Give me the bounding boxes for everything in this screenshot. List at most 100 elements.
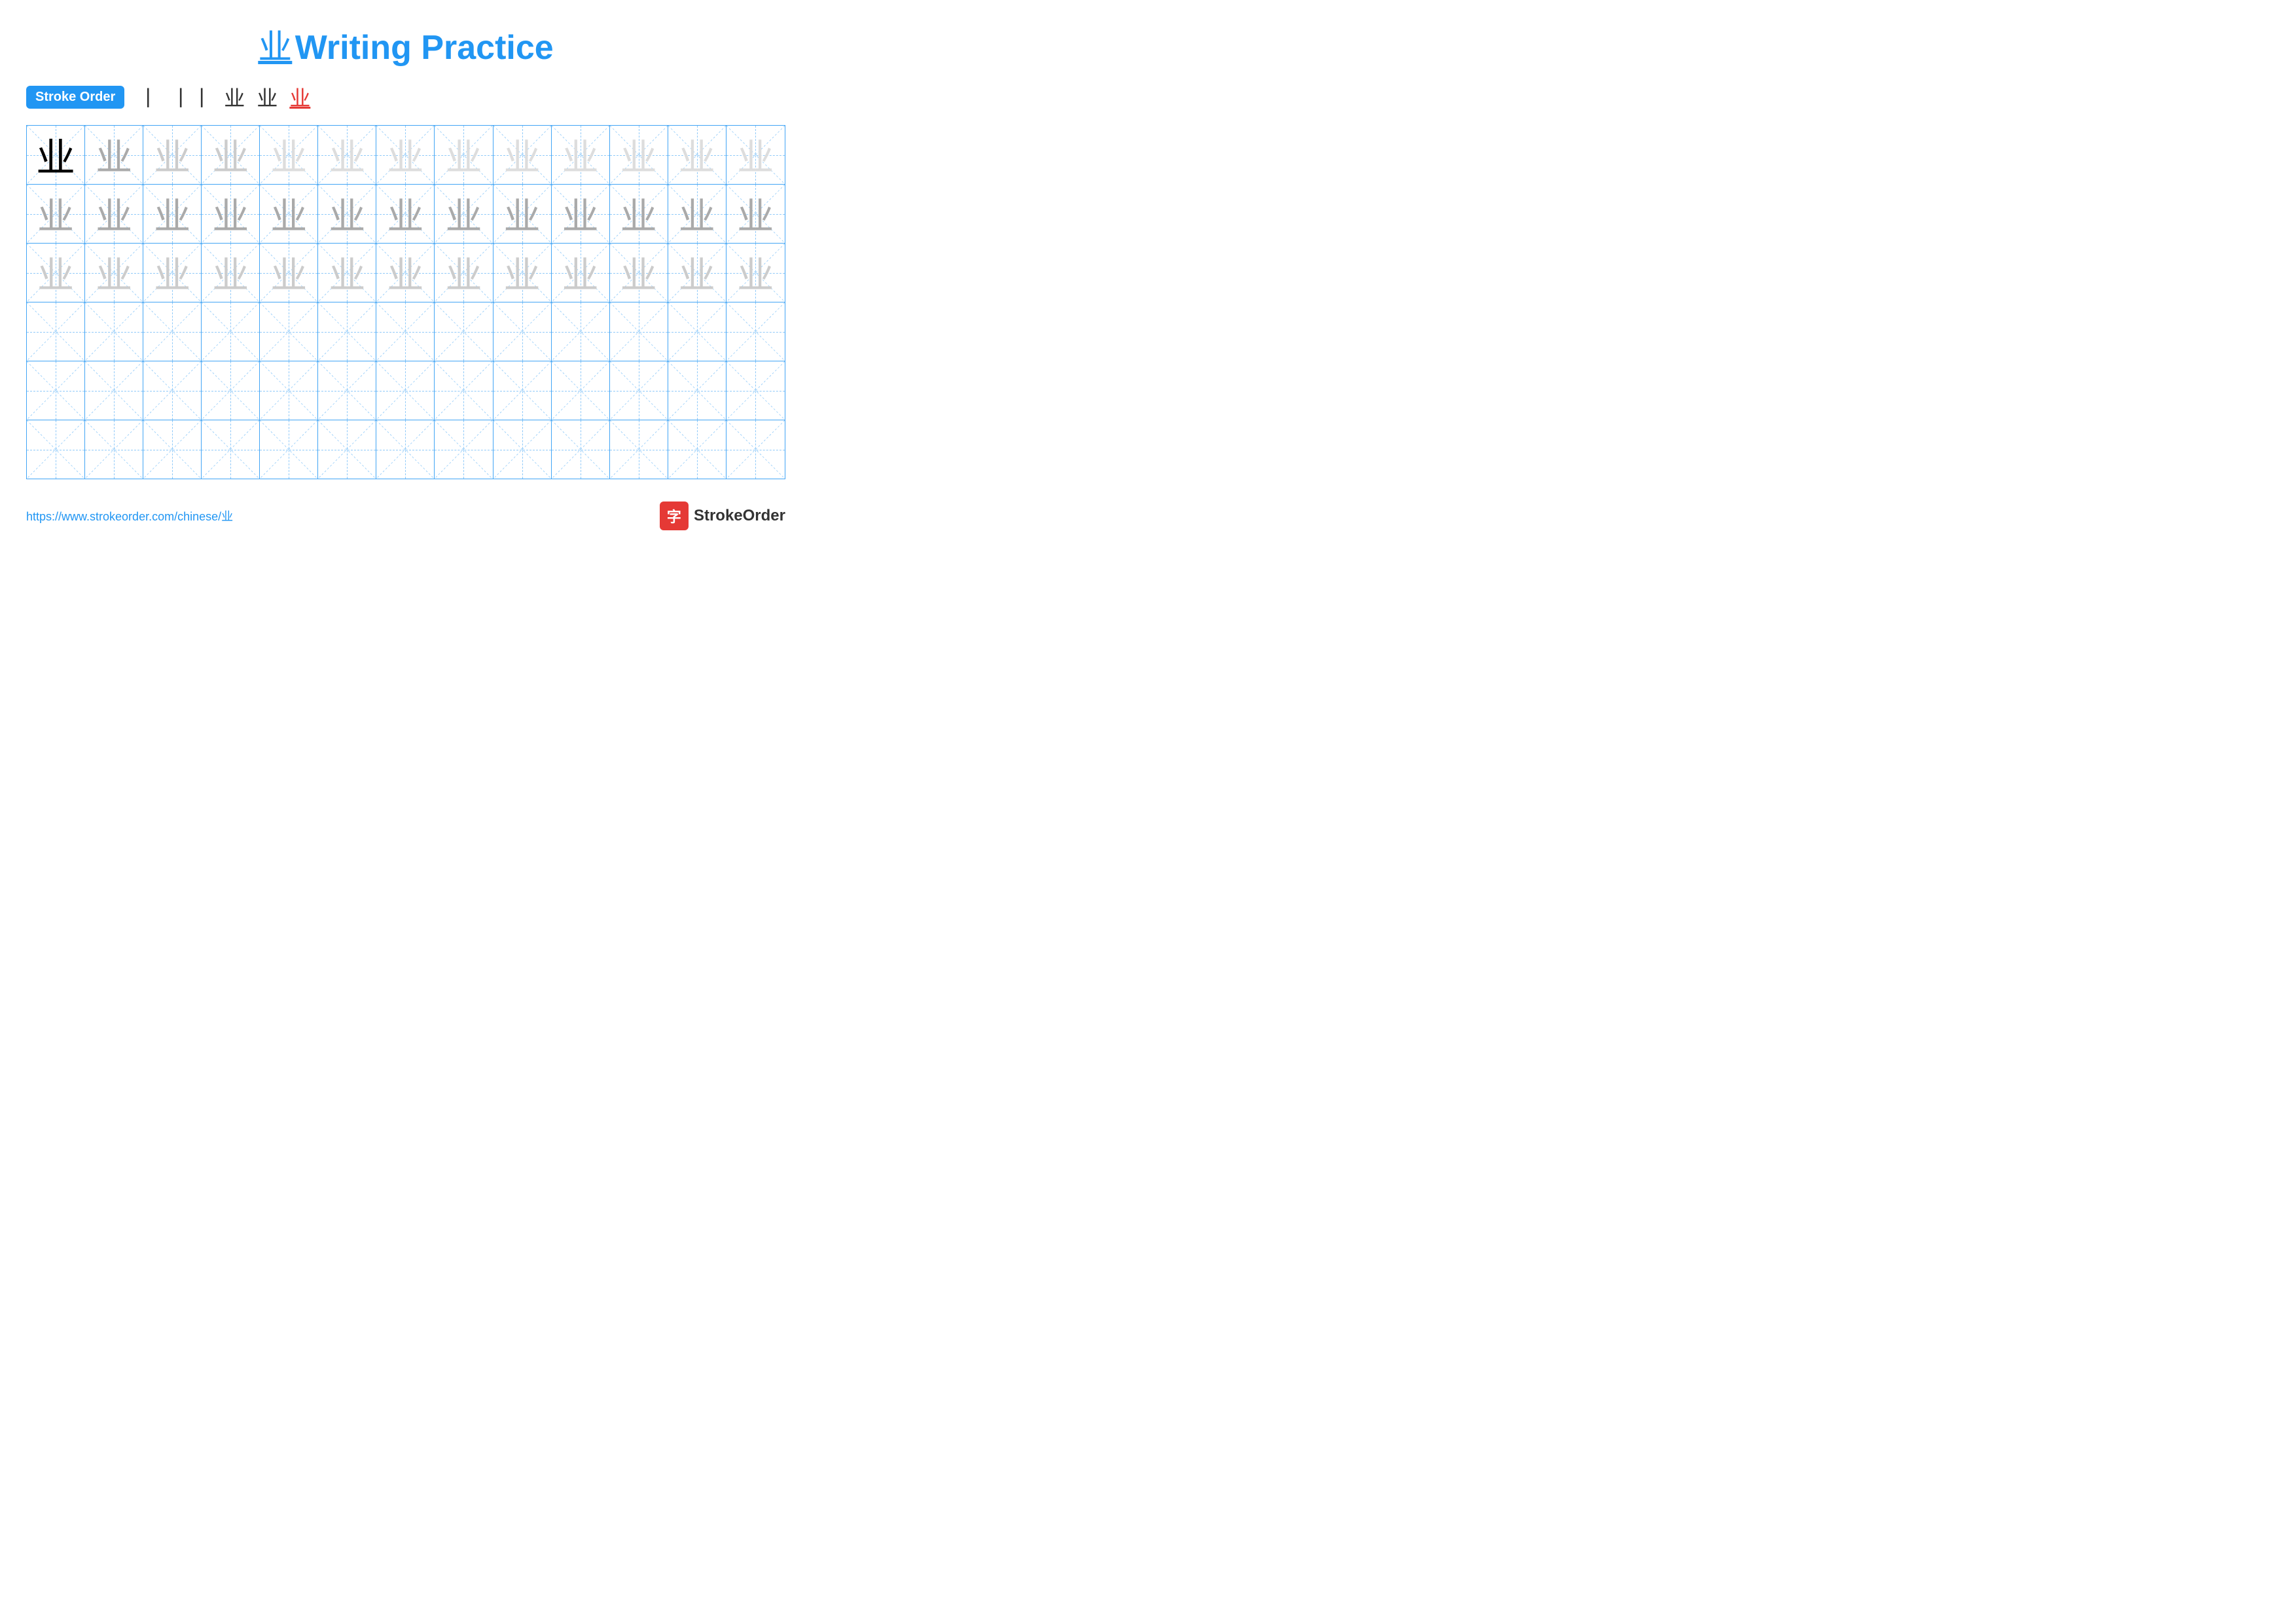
grid-cell-r1c5[interactable]: 业 bbox=[260, 126, 318, 184]
grid-cell-r1c13[interactable]: 业 bbox=[726, 126, 785, 184]
char-guide: 业 bbox=[445, 246, 482, 299]
grid-cell-r3c2[interactable]: 业 bbox=[85, 244, 143, 302]
char-guide: 业 bbox=[154, 128, 190, 181]
char-guide: 业 bbox=[387, 246, 423, 299]
grid-cell-r5c10[interactable] bbox=[552, 361, 610, 420]
grid-cell-r1c11[interactable]: 业 bbox=[610, 126, 668, 184]
char-guide: 业 bbox=[154, 187, 190, 240]
grid-cell-r4c3[interactable] bbox=[143, 302, 202, 361]
grid-cell-r1c9[interactable]: 业 bbox=[493, 126, 552, 184]
grid-cell-r4c11[interactable] bbox=[610, 302, 668, 361]
grid-cell-r4c4[interactable] bbox=[202, 302, 260, 361]
grid-cell-r2c10[interactable]: 业 bbox=[552, 185, 610, 243]
footer-url-link[interactable]: https://www.strokeorder.com/chinese/业 bbox=[26, 507, 233, 524]
char-guide: 业 bbox=[562, 187, 599, 240]
stroke-step-4: 业 bbox=[257, 82, 278, 112]
grid-cell-r3c13[interactable]: 业 bbox=[726, 244, 785, 302]
grid-cell-r5c7[interactable] bbox=[376, 361, 435, 420]
grid-cell-r6c11[interactable] bbox=[610, 420, 668, 479]
grid-cell-r4c13[interactable] bbox=[726, 302, 785, 361]
grid-cell-r3c9[interactable]: 业 bbox=[493, 244, 552, 302]
grid-cell-r2c11[interactable]: 业 bbox=[610, 185, 668, 243]
grid-cell-r4c9[interactable] bbox=[493, 302, 552, 361]
grid-cell-r5c6[interactable] bbox=[318, 361, 376, 420]
grid-cell-r2c7[interactable]: 业 bbox=[376, 185, 435, 243]
grid-cell-r5c9[interactable] bbox=[493, 361, 552, 420]
grid-cell-r4c5[interactable] bbox=[260, 302, 318, 361]
grid-cell-r6c12[interactable] bbox=[668, 420, 726, 479]
grid-row-4 bbox=[27, 302, 785, 361]
footer-logo-text: StrokeOrder bbox=[694, 507, 785, 525]
grid-cell-r6c6[interactable] bbox=[318, 420, 376, 479]
grid-cell-r1c12[interactable]: 业 bbox=[668, 126, 726, 184]
grid-cell-r6c3[interactable] bbox=[143, 420, 202, 479]
grid-cell-r5c13[interactable] bbox=[726, 361, 785, 420]
grid-cell-r5c3[interactable] bbox=[143, 361, 202, 420]
grid-cell-r3c4[interactable]: 业 bbox=[202, 244, 260, 302]
char-guide: 业 bbox=[329, 187, 365, 240]
grid-cell-r6c2[interactable] bbox=[85, 420, 143, 479]
stroke-order-section: Stroke Order 丨 丨丨 业 业 业 bbox=[26, 82, 785, 112]
grid-cell-r5c5[interactable] bbox=[260, 361, 318, 420]
grid-cell-r5c8[interactable] bbox=[435, 361, 493, 420]
grid-cell-r4c12[interactable] bbox=[668, 302, 726, 361]
grid-cell-r5c11[interactable] bbox=[610, 361, 668, 420]
char-guide: 业 bbox=[37, 246, 74, 299]
grid-cell-r3c12[interactable]: 业 bbox=[668, 244, 726, 302]
grid-cell-r6c9[interactable] bbox=[493, 420, 552, 479]
grid-cell-r2c3[interactable]: 业 bbox=[143, 185, 202, 243]
grid-cell-r1c4[interactable]: 业 bbox=[202, 126, 260, 184]
footer-logo: 字 StrokeOrder bbox=[660, 501, 785, 530]
grid-cell-r6c13[interactable] bbox=[726, 420, 785, 479]
grid-cell-r4c8[interactable] bbox=[435, 302, 493, 361]
char-guide: 业 bbox=[154, 246, 190, 299]
char-guide: 业 bbox=[504, 128, 541, 181]
grid-cell-r5c12[interactable] bbox=[668, 361, 726, 420]
grid-cell-r4c2[interactable] bbox=[85, 302, 143, 361]
grid-row-1: 业 业 业 业 业 业 业 业 bbox=[27, 126, 785, 185]
char-guide: 业 bbox=[737, 128, 774, 181]
grid-cell-r6c1[interactable] bbox=[27, 420, 85, 479]
grid-cell-r6c8[interactable] bbox=[435, 420, 493, 479]
grid-cell-r4c6[interactable] bbox=[318, 302, 376, 361]
grid-cell-r2c6[interactable]: 业 bbox=[318, 185, 376, 243]
grid-row-3: 业 业 业 业 业 业 业 业 bbox=[27, 244, 785, 302]
grid-cell-r1c8[interactable]: 业 bbox=[435, 126, 493, 184]
char-guide: 业 bbox=[679, 246, 715, 299]
char-guide: 业 bbox=[329, 128, 365, 181]
grid-cell-r3c8[interactable]: 业 bbox=[435, 244, 493, 302]
grid-cell-r3c1[interactable]: 业 bbox=[27, 244, 85, 302]
grid-cell-r2c1[interactable]: 业 bbox=[27, 185, 85, 243]
grid-cell-r2c8[interactable]: 业 bbox=[435, 185, 493, 243]
grid-cell-r1c7[interactable]: 业 bbox=[376, 126, 435, 184]
grid-cell-r5c4[interactable] bbox=[202, 361, 260, 420]
stroke-order-badge: Stroke Order bbox=[26, 86, 124, 109]
grid-cell-r3c5[interactable]: 业 bbox=[260, 244, 318, 302]
grid-cell-r6c10[interactable] bbox=[552, 420, 610, 479]
grid-cell-r1c10[interactable]: 业 bbox=[552, 126, 610, 184]
grid-cell-r5c1[interactable] bbox=[27, 361, 85, 420]
grid-cell-r1c3[interactable]: 业 bbox=[143, 126, 202, 184]
grid-cell-r4c10[interactable] bbox=[552, 302, 610, 361]
grid-cell-r5c2[interactable] bbox=[85, 361, 143, 420]
grid-cell-r2c12[interactable]: 业 bbox=[668, 185, 726, 243]
grid-cell-r2c5[interactable]: 业 bbox=[260, 185, 318, 243]
grid-cell-r1c2[interactable]: 业 bbox=[85, 126, 143, 184]
grid-cell-r1c1[interactable]: 业 bbox=[27, 126, 85, 184]
grid-cell-r4c7[interactable] bbox=[376, 302, 435, 361]
grid-cell-r4c1[interactable] bbox=[27, 302, 85, 361]
grid-cell-r2c9[interactable]: 业 bbox=[493, 185, 552, 243]
grid-cell-r2c4[interactable]: 业 bbox=[202, 185, 260, 243]
grid-cell-r6c5[interactable] bbox=[260, 420, 318, 479]
grid-cell-r3c3[interactable]: 业 bbox=[143, 244, 202, 302]
grid-cell-r3c7[interactable]: 业 bbox=[376, 244, 435, 302]
grid-cell-r6c7[interactable] bbox=[376, 420, 435, 479]
grid-cell-r3c6[interactable]: 业 bbox=[318, 244, 376, 302]
grid-cell-r1c6[interactable]: 业 bbox=[318, 126, 376, 184]
grid-cell-r2c2[interactable]: 业 bbox=[85, 185, 143, 243]
grid-cell-r3c11[interactable]: 业 bbox=[610, 244, 668, 302]
grid-cell-r2c13[interactable]: 业 bbox=[726, 185, 785, 243]
char-guide: 业 bbox=[620, 128, 657, 181]
grid-cell-r6c4[interactable] bbox=[202, 420, 260, 479]
grid-cell-r3c10[interactable]: 业 bbox=[552, 244, 610, 302]
